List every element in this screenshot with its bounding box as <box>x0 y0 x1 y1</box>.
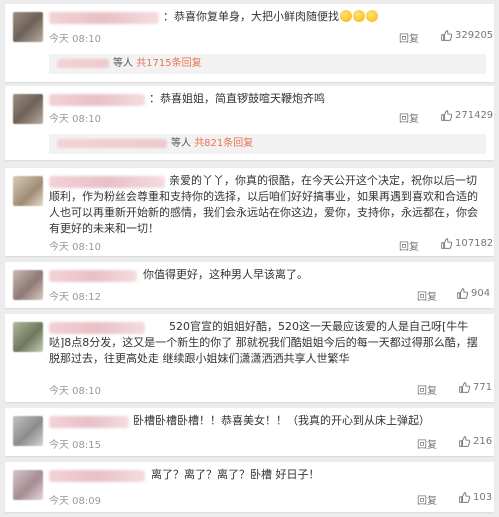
avatar[interactable] <box>13 176 43 206</box>
comment-text: ：恭喜姐姐，简直锣鼓喧天鞭炮齐鸣 <box>149 92 325 105</box>
like-count: 771 <box>473 382 493 393</box>
username[interactable] <box>49 94 145 106</box>
comment-card: 离了？离了？离了？卧槽 好日子！ 今天 08:09 回复 103 <box>5 462 494 512</box>
thumbs-up-icon <box>459 382 470 393</box>
reply-button[interactable]: 回复 <box>417 288 437 303</box>
comment-time: 今天 08:10 <box>49 114 101 125</box>
like-button[interactable]: 107182 <box>441 238 493 249</box>
avatar[interactable] <box>13 470 43 500</box>
thumbs-up-icon <box>459 436 470 447</box>
like-button[interactable]: 329205 <box>441 30 493 41</box>
like-count: 216 <box>473 436 493 447</box>
reply-button[interactable]: 回复 <box>399 110 419 125</box>
thumbs-up-icon <box>459 492 470 503</box>
like-count: 107182 <box>455 238 494 249</box>
comment-time: 今天 08:15 <box>49 440 101 451</box>
reply-count-link[interactable]: 共821条回复 <box>194 138 253 149</box>
thumbs-up-icon <box>441 110 452 121</box>
sub-reply-username <box>57 138 167 148</box>
reply-button[interactable]: 回复 <box>399 238 419 253</box>
thumbs-up-icon <box>457 288 468 299</box>
comment-time: 今天 08:09 <box>49 496 101 507</box>
avatar[interactable] <box>13 416 43 446</box>
reply-button[interactable]: 回复 <box>399 30 419 45</box>
comment-text: 你值得更好，这种男人早该离了。 <box>143 268 308 281</box>
comment-text: ：恭喜你复单身，大把小鲜肉随便找 <box>163 9 383 25</box>
comment-time: 今天 08:10 <box>49 386 101 397</box>
like-button[interactable]: 271429 <box>441 110 493 121</box>
username[interactable] <box>49 470 145 482</box>
sub-reply-suffix: 等人 <box>171 138 191 149</box>
thumbs-up-icon <box>441 238 452 249</box>
comment-card: 亲爱的丫丫，你真的很酷，在今天公开这个决定，祝你以后一切顺利，作为粉丝会尊重和支… <box>5 168 494 256</box>
reply-button[interactable]: 回复 <box>417 492 437 507</box>
like-count: 103 <box>473 492 493 503</box>
like-count: 329205 <box>455 30 494 41</box>
username[interactable] <box>49 12 159 24</box>
comment-feed: ：恭喜你复单身，大把小鲜肉随便找 今天 08:10 回复 329205 等人 共… <box>0 0 499 517</box>
sub-reply-summary[interactable]: 等人 共821条回复 <box>49 134 486 154</box>
comment-text: 520官宣的姐姐好酷，520这一天最应该爱的人是自己呀[牛牛哒]8点8分发，这又… <box>49 320 478 365</box>
username[interactable] <box>49 416 129 428</box>
laughing-emoji-icon <box>340 10 352 22</box>
thumbs-up-icon <box>441 30 452 41</box>
like-count: 271429 <box>455 110 494 121</box>
username[interactable] <box>49 270 137 282</box>
reply-button[interactable]: 回复 <box>417 382 437 397</box>
comment-time: 今天 08:10 <box>49 242 101 253</box>
comment-card: 卧槽卧槽卧槽！！恭喜美女！！（我真的开心到从床上弹起） 今天 08:15 回复 … <box>5 408 494 456</box>
like-button[interactable]: 216 <box>459 436 492 447</box>
like-button[interactable]: 904 <box>457 288 490 299</box>
like-button[interactable]: 771 <box>459 382 492 393</box>
comment-text: 离了？离了？离了？卧槽 好日子！ <box>151 468 320 481</box>
reply-count-link[interactable]: 共1715条回复 <box>136 58 201 69</box>
avatar[interactable] <box>13 12 43 42</box>
comment-text: 卧槽卧槽卧槽！！恭喜美女！！（我真的开心到从床上弹起） <box>133 414 430 427</box>
comment-card: 520官宣的姐姐好酷，520这一天最应该爱的人是自己呀[牛牛哒]8点8分发，这又… <box>5 314 494 402</box>
reply-button[interactable]: 回复 <box>417 436 437 451</box>
comment-card: ：恭喜姐姐，简直锣鼓喧天鞭炮齐鸣 今天 08:10 回复 271429 等人 共… <box>5 86 494 160</box>
like-button[interactable]: 103 <box>459 492 492 503</box>
avatar[interactable] <box>13 322 43 352</box>
sub-reply-username <box>57 58 109 68</box>
laughing-emoji-icon <box>353 10 365 22</box>
comment-time: 今天 08:12 <box>49 292 101 303</box>
like-count: 904 <box>471 288 491 299</box>
sub-reply-summary[interactable]: 等人 共1715条回复 <box>49 54 486 74</box>
comment-text: 亲爱的丫丫，你真的很酷，在今天公开这个决定，祝你以后一切顺利，作为粉丝会尊重和支… <box>49 174 478 235</box>
comment-card: 你值得更好，这种男人早该离了。 今天 08:12 回复 904 <box>5 262 494 308</box>
laughing-emoji-icon <box>366 10 378 22</box>
comment-time: 今天 08:10 <box>49 34 101 45</box>
comment-card: ：恭喜你复单身，大把小鲜肉随便找 今天 08:10 回复 329205 等人 共… <box>5 4 494 82</box>
avatar[interactable] <box>13 270 43 300</box>
sub-reply-suffix: 等人 <box>113 58 133 69</box>
avatar[interactable] <box>13 94 43 124</box>
